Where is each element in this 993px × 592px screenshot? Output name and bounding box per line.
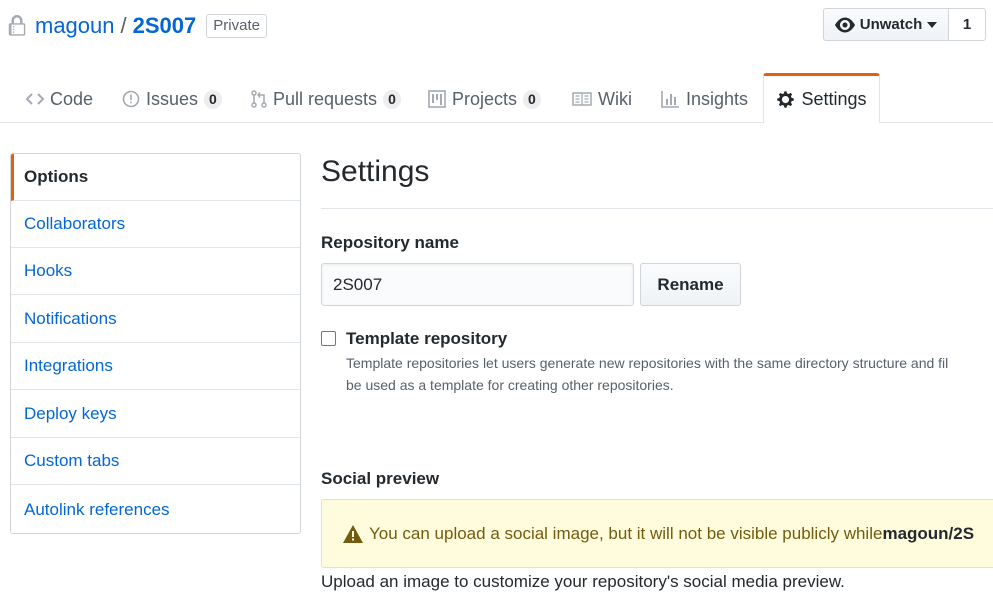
sidebar-item-options[interactable]: Options <box>11 154 300 201</box>
repo-header: magoun / 2S007 Private <box>8 10 267 42</box>
tab-pull-requests[interactable]: Pull requests 0 <box>251 76 401 122</box>
page-title: Settings <box>321 155 430 188</box>
alert-icon <box>343 524 363 543</box>
book-icon <box>572 92 592 106</box>
sidebar-item-collaborators[interactable]: Collaborators <box>11 201 300 248</box>
tab-label: Code <box>50 88 94 109</box>
watch-count[interactable]: 1 <box>948 8 986 41</box>
watch-group: Unwatch 1 <box>823 8 986 41</box>
tab-projects[interactable]: Projects 0 <box>428 76 541 122</box>
visibility-badge: Private <box>206 14 267 38</box>
tab-code[interactable]: Code <box>26 76 93 122</box>
tab-insights[interactable]: Insights <box>661 76 748 122</box>
sidebar-item-hooks[interactable]: Hooks <box>11 248 300 295</box>
tab-label: Settings <box>801 89 867 109</box>
settings-sidebar: Options Collaborators Hooks Notification… <box>10 153 301 534</box>
issue-icon <box>122 90 140 108</box>
repo-name-link[interactable]: 2S007 <box>133 13 197 39</box>
sidebar-item-deploy-keys[interactable]: Deploy keys <box>11 391 300 438</box>
warning-text: You can upload a social image, but it wi… <box>369 523 883 543</box>
tab-label: Issues <box>146 88 199 109</box>
sidebar-item-integrations[interactable]: Integrations <box>11 343 300 390</box>
title-divider <box>321 208 993 209</box>
tab-wiki[interactable]: Wiki <box>572 76 632 122</box>
rename-button[interactable]: Rename <box>640 263 741 306</box>
unwatch-button[interactable]: Unwatch <box>823 8 948 41</box>
template-description-line: Template repositories let users generate… <box>346 355 949 371</box>
pull-requests-counter: 0 <box>383 89 401 109</box>
template-title: Template repository <box>346 329 508 348</box>
repo-owner-link[interactable]: magoun <box>35 13 115 39</box>
tab-label: Projects <box>452 88 518 109</box>
projects-counter: 0 <box>523 89 541 109</box>
template-checkbox[interactable] <box>321 331 336 346</box>
pull-request-icon <box>251 90 267 108</box>
repo-name-input[interactable] <box>321 263 634 306</box>
project-icon <box>428 90 446 108</box>
tab-label: Wiki <box>598 88 632 109</box>
warning-repo-name: magoun/2S <box>882 523 975 543</box>
issues-counter: 0 <box>204 89 222 109</box>
social-preview-warning: You can upload a social image, but it wi… <box>321 499 993 568</box>
template-description-line: be used as a template for creating other… <box>346 377 674 393</box>
code-icon <box>26 93 44 105</box>
eye-icon <box>834 17 855 32</box>
tab-issues[interactable]: Issues 0 <box>122 76 222 122</box>
upload-instructions: Upload an image to customize your reposi… <box>321 572 845 591</box>
tab-label: Pull requests <box>273 88 378 109</box>
gear-icon <box>777 91 795 108</box>
sidebar-item-notifications[interactable]: Notifications <box>11 296 300 343</box>
caret-down-icon <box>927 21 938 28</box>
repo-name-label: Repository name <box>321 233 459 252</box>
sidebar-item-custom-tabs[interactable]: Custom tabs <box>11 438 300 485</box>
tab-settings[interactable]: Settings <box>763 73 880 123</box>
tab-label: Insights <box>686 88 749 109</box>
social-preview-label: Social preview <box>321 469 440 488</box>
path-separator: / <box>120 13 127 38</box>
template-description: Template repositories let users generate… <box>346 352 993 396</box>
lock-icon <box>8 15 26 36</box>
graph-icon <box>661 91 679 108</box>
unwatch-label: Unwatch <box>859 16 923 33</box>
sidebar-item-autolink-references[interactable]: Autolink references <box>11 486 300 533</box>
